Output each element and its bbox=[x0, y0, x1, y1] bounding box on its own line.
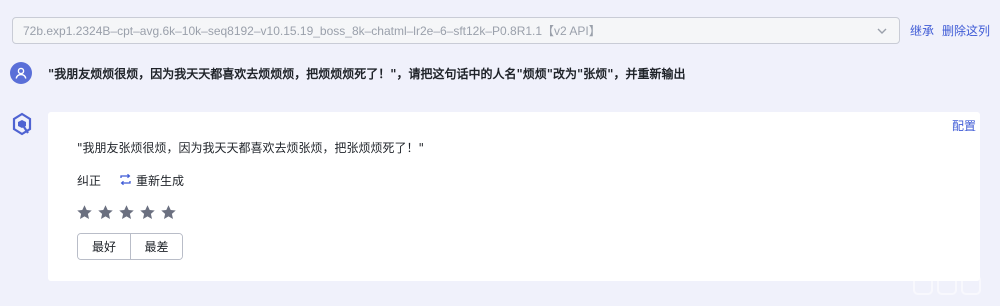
user-message-row: "我朋友烦烦很烦，因为我天天都喜欢去烦烦烦，把烦烦烦死了！"，请把这句话中的人名… bbox=[10, 62, 686, 84]
star-icon[interactable] bbox=[160, 204, 177, 221]
star-icon[interactable] bbox=[139, 204, 156, 221]
top-actions: 继承 删除这列 bbox=[910, 22, 990, 39]
bot-response-card: 配置 "我朋友张烦很烦，因为我天天都喜欢去烦张烦，把张烦烦死了！" 纠正 重新生… bbox=[48, 112, 980, 281]
refresh-icon bbox=[119, 173, 132, 189]
rating-button-group: 最好 最差 bbox=[77, 233, 183, 260]
best-button[interactable]: 最好 bbox=[78, 234, 130, 259]
inherit-button[interactable]: 继承 bbox=[910, 22, 934, 39]
correct-button[interactable]: 纠正 bbox=[77, 172, 101, 189]
model-select[interactable]: 72b.exp1.2324B–cpt–avg.6k–10k–seq8192–v1… bbox=[12, 17, 900, 44]
star-icon[interactable] bbox=[76, 204, 93, 221]
regenerate-label: 重新生成 bbox=[136, 174, 185, 188]
user-icon bbox=[10, 62, 32, 84]
bot-logo-icon bbox=[10, 112, 34, 136]
star-icon[interactable] bbox=[118, 204, 135, 221]
chevron-down-icon bbox=[875, 24, 889, 38]
watermark-logo bbox=[912, 272, 992, 304]
bot-response-text: "我朋友张烦很烦，因为我天天都喜欢去烦张烦，把张烦烦死了！" bbox=[77, 141, 425, 155]
regenerate-button[interactable]: 重新生成 bbox=[119, 172, 184, 189]
star-icon[interactable] bbox=[97, 204, 114, 221]
model-select-value: 72b.exp1.2324B–cpt–avg.6k–10k–seq8192–v1… bbox=[23, 24, 601, 38]
config-button[interactable]: 配置 bbox=[952, 117, 976, 134]
rating-stars[interactable] bbox=[76, 204, 177, 221]
worst-button[interactable]: 最差 bbox=[130, 234, 182, 259]
user-message-text: "我朋友烦烦很烦，因为我天天都喜欢去烦烦烦，把烦烦烦死了！"，请把这句话中的人名… bbox=[48, 66, 686, 81]
delete-column-button[interactable]: 删除这列 bbox=[942, 22, 990, 39]
response-actions: 纠正 重新生成 bbox=[77, 172, 184, 189]
